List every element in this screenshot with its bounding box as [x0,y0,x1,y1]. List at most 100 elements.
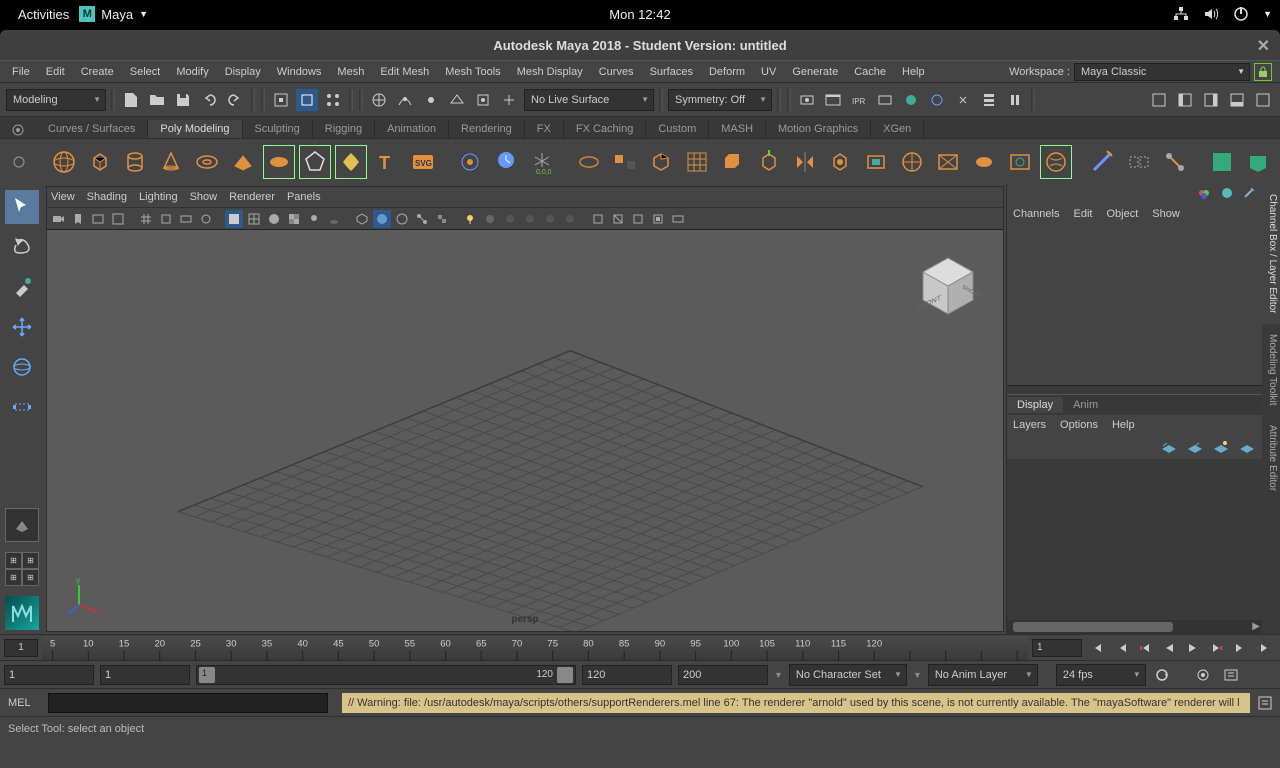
character-set-selector[interactable]: No Character Set [789,664,907,686]
shelf-options-icon[interactable] [6,154,32,170]
vp-r4-icon[interactable] [649,210,667,228]
snap-point-icon[interactable] [420,89,442,111]
menu-generate[interactable]: Generate [784,64,846,80]
select-tool[interactable] [5,190,39,224]
poly-torus-icon[interactable] [191,145,223,179]
renderlayer-icon[interactable] [978,89,1000,111]
new-scene-icon[interactable] [120,89,142,111]
shelf-tab-rendering[interactable]: Rendering [449,120,525,138]
cb-icon-1[interactable] [1198,186,1212,200]
panel-toggle-3[interactable] [1200,89,1222,111]
live-surface-display[interactable]: No Live Surface [524,89,654,111]
vp-menu-shading[interactable]: Shading [87,191,127,203]
undo-icon[interactable] [198,89,220,111]
poly-sphere-icon[interactable] [48,145,80,179]
sphere-wire-icon[interactable] [896,145,928,179]
platonic-icon[interactable] [299,145,331,179]
title-bar[interactable]: Autodesk Maya 2018 - Student Version: un… [0,30,1280,60]
bridge-icon[interactable] [681,145,713,179]
menu-help[interactable]: Help [894,64,933,80]
multicut-icon[interactable] [1087,145,1119,179]
vp-l3-icon[interactable] [521,210,539,228]
lightlink-icon[interactable] [952,89,974,111]
connect-icon[interactable] [1159,145,1191,179]
layer-scrollbar[interactable]: ▶ [1007,620,1262,634]
layer-area[interactable] [1007,459,1262,620]
layer-icon-1[interactable] [1160,439,1178,455]
earth-icon[interactable] [1040,145,1072,179]
close-button[interactable]: ✕ [1257,36,1270,56]
workspace-selector[interactable]: Maya Classic [1074,63,1250,81]
menu-deform[interactable]: Deform [701,64,753,80]
extrude-icon[interactable] [645,145,677,179]
vp-iso-icon[interactable] [353,210,371,228]
vp-xrayj-icon[interactable] [413,210,431,228]
volume-icon[interactable] [1203,6,1219,22]
panel-layouts[interactable]: ⊞⊞⊞⊞ [5,552,39,586]
snap-grid-icon[interactable] [368,89,390,111]
soft-select-icon[interactable] [454,145,486,179]
autokey-icon[interactable] [1192,664,1214,686]
cb-icon-3[interactable] [1242,186,1256,200]
extrude2-icon[interactable] [753,145,785,179]
tab-attribute-editor[interactable]: Attribute Editor [1262,415,1280,501]
vp-r1-icon[interactable] [589,210,607,228]
gnome-activities[interactable]: Activities [8,7,79,22]
select-component-icon[interactable] [322,89,344,111]
vp-xray-icon[interactable] [393,210,411,228]
snap-toggle-icon[interactable] [498,89,520,111]
menu-cache[interactable]: Cache [846,64,894,80]
script-lang-label[interactable]: MEL [4,693,44,713]
layer-menu-options[interactable]: Options [1060,419,1098,431]
layer-icon-2[interactable] [1186,439,1204,455]
step-fwd-button[interactable] [1230,637,1252,659]
vp-film-icon[interactable] [157,210,175,228]
menu-modify[interactable]: Modify [168,64,216,80]
network-icon[interactable] [1173,6,1189,22]
menu-windows[interactable]: Windows [269,64,330,80]
vp-shaded-icon[interactable] [265,210,283,228]
smooth-icon[interactable] [825,145,857,179]
shelf-tab-sculpting[interactable]: Sculpting [243,120,313,138]
poly-plane-icon[interactable] [227,145,259,179]
poly-cylinder-icon[interactable] [120,145,152,179]
layer-tab-display[interactable]: Display [1007,397,1063,413]
menu-edit[interactable]: Edit [38,64,73,80]
combine-icon[interactable] [573,145,605,179]
move-tool[interactable] [5,310,39,344]
range-bar[interactable]: 1 120 [196,665,576,685]
view-cube[interactable]: FRONT RIGHT [913,250,983,320]
step-back-button[interactable] [1110,637,1132,659]
vp-menu-panels[interactable]: Panels [287,191,321,203]
menu-display[interactable]: Display [217,64,269,80]
pause-icon[interactable] [1004,89,1026,111]
sculpt2-icon[interactable] [1242,145,1274,179]
key-fwd-button[interactable] [1206,637,1228,659]
snap-curve-icon[interactable] [394,89,416,111]
cb-menu-edit[interactable]: Edit [1073,208,1092,220]
redo-icon[interactable] [224,89,246,111]
select-hierarchy-icon[interactable] [270,89,292,111]
render-seq-icon[interactable] [900,89,922,111]
poly-cone-icon[interactable] [155,145,187,179]
separate-icon[interactable] [609,145,641,179]
save-scene-icon[interactable] [172,89,194,111]
timeline-track[interactable]: 5101520253035404550556065707580859095100… [42,636,1028,660]
vp-l4-icon[interactable] [541,210,559,228]
time-slider[interactable]: 1 51015202530354045505560657075808590951… [0,634,1280,660]
vp-light-icon[interactable] [305,210,323,228]
vp-r3-icon[interactable] [629,210,647,228]
cb-menu-object[interactable]: Object [1106,208,1138,220]
render-view-icon[interactable] [796,89,818,111]
goto-end-button[interactable] [1254,637,1276,659]
menu-mesh-tools[interactable]: Mesh Tools [437,64,508,80]
vp-menu-renderer[interactable]: Renderer [229,191,275,203]
shelf-gear-icon[interactable] [10,122,26,138]
maya-logo-icon[interactable] [5,596,39,630]
shelf-tab-xgen[interactable]: XGen [871,120,924,138]
vp-gate-icon[interactable] [177,210,195,228]
chevron-down-icon[interactable]: ▼ [774,670,783,680]
bevel-icon[interactable] [717,145,749,179]
menu-uv[interactable]: UV [753,64,784,80]
range-min-field[interactable]: 1 [100,665,190,685]
